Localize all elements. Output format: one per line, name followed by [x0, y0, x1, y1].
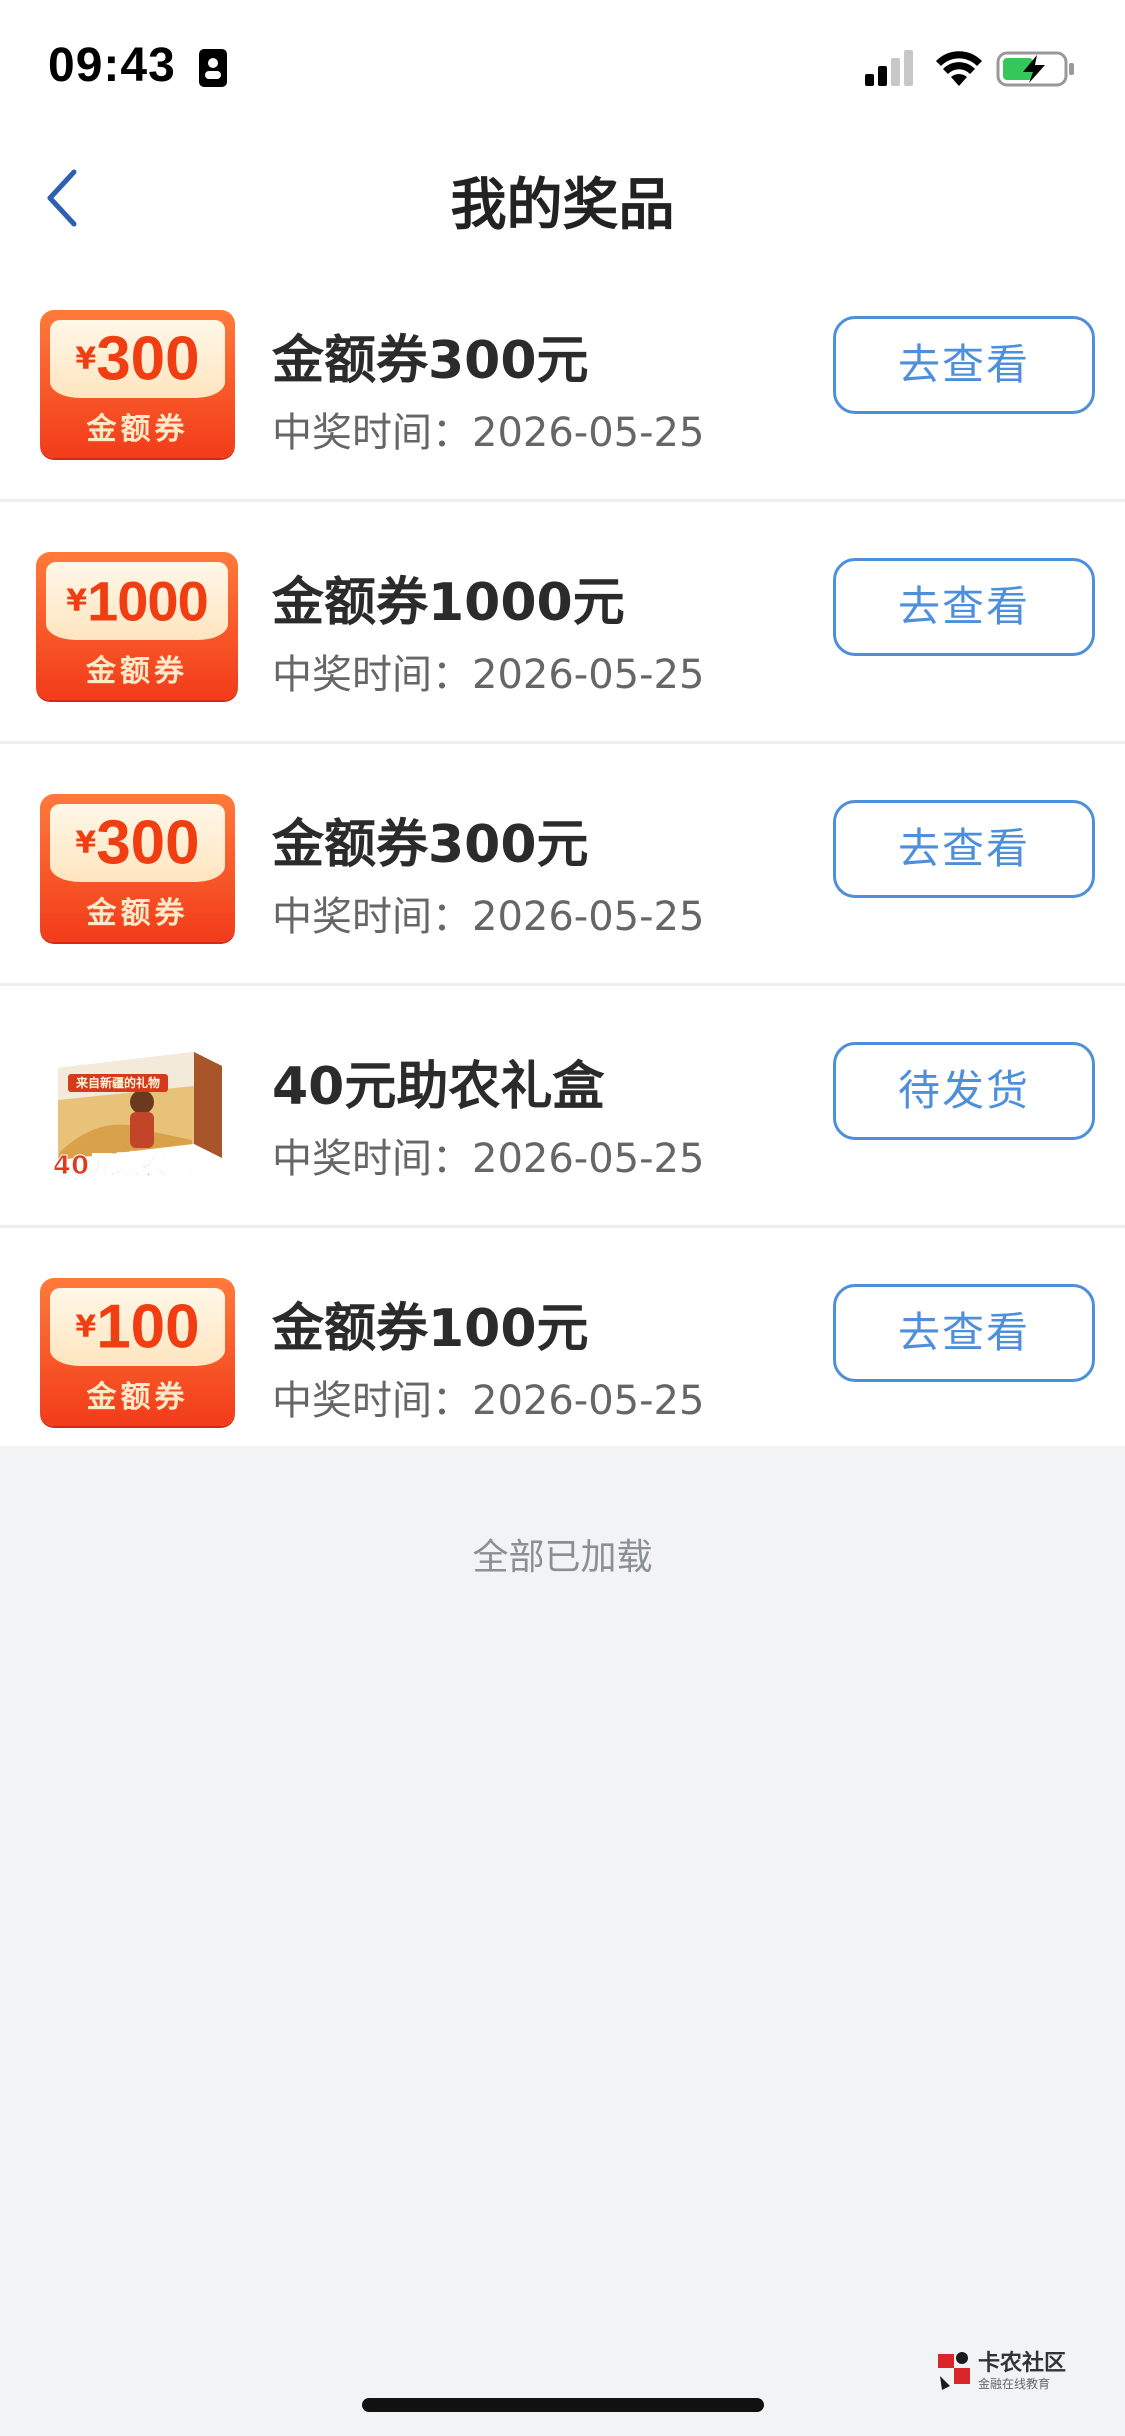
person-card-icon [199, 49, 227, 87]
prize-date: 中奖时间：2026-05-25 [272, 1136, 705, 1182]
gift-box-title: 来自新疆的礼物 [75, 1075, 160, 1090]
status-time: 09:43 [48, 39, 176, 92]
battery-charging-icon [996, 51, 1074, 87]
coupon-label: 金额券 [86, 1380, 189, 1415]
coupon-badge: ¥1000 金额券 [36, 552, 238, 700]
home-indicator[interactable] [362, 2398, 764, 2412]
prize-name: 金额券1000元 [272, 573, 625, 633]
coupon-amount: 100 [96, 1292, 200, 1362]
prize-date: 中奖时间：2026-05-25 [272, 1378, 705, 1424]
nav-bar: 我的奖品 [0, 130, 1125, 260]
gift-box-illustration: 来自新疆的礼物 40元助农礼盒 [52, 1052, 222, 1180]
prize-item: 来自新疆的礼物 40元助农礼盒 40元助农礼盒 中奖时间：2026-05-25 … [0, 986, 1125, 1228]
coupon-amount: 300 [96, 324, 200, 394]
prize-name: 金额券300元 [272, 331, 589, 391]
coupon-label: 金额券 [86, 412, 189, 447]
coupon-amount: 300 [96, 808, 200, 878]
currency-symbol: ¥ [75, 1309, 97, 1345]
prize-name: 金额券300元 [272, 815, 589, 875]
prize-date: 中奖时间：2026-05-25 [272, 410, 705, 456]
prize-name: 40元助农礼盒 [272, 1057, 605, 1117]
view-button[interactable]: 去查看 [833, 1284, 1095, 1382]
wifi-icon [936, 51, 982, 86]
prize-list: ¥300 金额券 金额券300元 中奖时间：2026-05-25 去查看 ¥10… [0, 260, 1125, 1446]
status-bar: 09:43 [0, 0, 1125, 130]
prize-item: ¥100 金额券 金额券100元 中奖时间：2026-05-25 去查看 [0, 1228, 1125, 1446]
watermark-subtitle: 金融在线教育 [978, 2376, 1050, 2391]
currency-symbol: ¥ [75, 341, 97, 377]
coupon-badge: ¥300 金额券 [40, 794, 235, 942]
coupon-amount: 1000 [87, 569, 209, 633]
watermark-title: 卡农社区 [978, 2350, 1066, 2376]
prize-date: 中奖时间：2026-05-25 [272, 894, 705, 940]
prize-date: 中奖时间：2026-05-25 [272, 652, 705, 698]
coupon-label: 金额券 [86, 654, 188, 689]
page-title: 我的奖品 [450, 173, 675, 238]
prize-item: ¥300 金额券 金额券300元 中奖时间：2026-05-25 去查看 [0, 744, 1125, 986]
currency-symbol: ¥ [75, 825, 97, 861]
view-button[interactable]: 去查看 [833, 800, 1095, 898]
coupon-badge: ¥100 金额券 [40, 1278, 235, 1426]
prize-item: ¥300 金额券 金额券300元 中奖时间：2026-05-25 去查看 [0, 260, 1125, 502]
coupon-badge: ¥300 金额券 [40, 310, 235, 458]
status-icons [865, 50, 1074, 87]
currency-symbol: ¥ [66, 583, 88, 619]
prize-name: 金额券100元 [272, 1299, 589, 1359]
coupon-label: 金额券 [86, 896, 189, 931]
gift-box-caption: 40元助农礼盒 [53, 1150, 220, 1180]
logo-icon [938, 2352, 970, 2390]
all-loaded-text: 全部已加载 [472, 1537, 653, 1578]
view-button[interactable]: 去查看 [833, 558, 1095, 656]
prize-item: ¥1000 金额券 金额券1000元 中奖时间：2026-05-25 去查看 [0, 502, 1125, 744]
gift-box-image: 来自新疆的礼物 40元助农礼盒 [40, 1036, 235, 1184]
watermark-logo: 卡农社区 金融在线教育 [938, 2350, 1066, 2391]
cellular-signal-icon [865, 50, 913, 86]
view-button[interactable]: 去查看 [833, 316, 1095, 414]
pending-shipment-button[interactable]: 待发货 [833, 1042, 1095, 1140]
